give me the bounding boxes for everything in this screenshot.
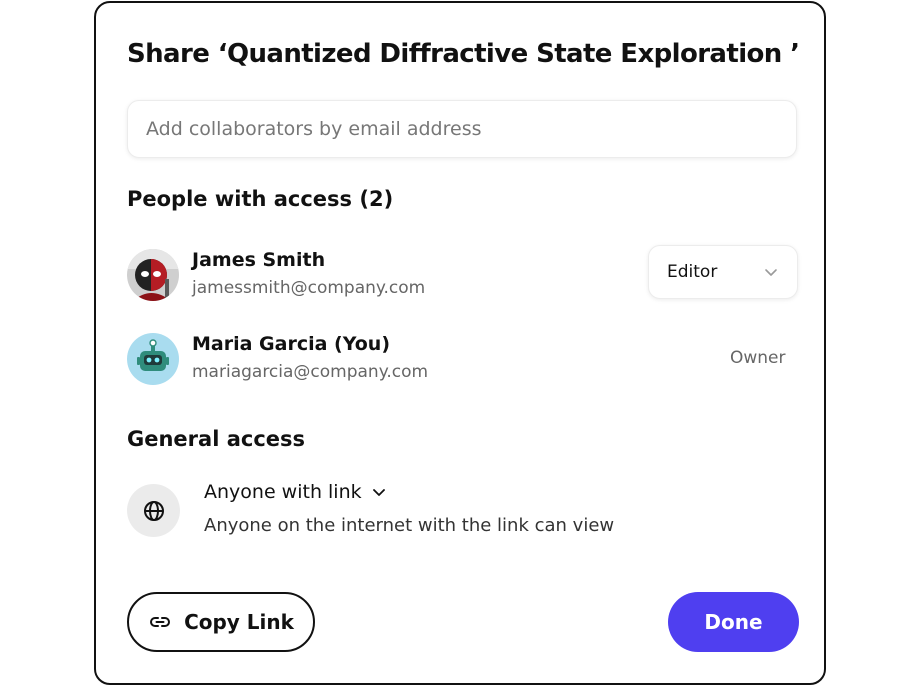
chevron-down-icon bbox=[372, 489, 385, 496]
deadpool-avatar bbox=[127, 249, 179, 301]
person-email: mariagarcia@company.com bbox=[192, 362, 429, 382]
globe-icon bbox=[127, 484, 180, 537]
copy-link-button[interactable]: Copy Link bbox=[127, 592, 315, 652]
role-owner-label: Owner bbox=[730, 348, 786, 368]
people-with-access-heading: People with access (2) bbox=[127, 187, 394, 211]
chevron-down-icon bbox=[765, 269, 777, 276]
dialog-title: Share ‘Quantized Diffractive State Explo… bbox=[127, 39, 800, 69]
share-dialog: Share ‘Quantized Diffractive State Explo… bbox=[94, 1, 826, 685]
general-access-heading: General access bbox=[127, 427, 306, 451]
role-select-label: Editor bbox=[667, 262, 718, 282]
done-button[interactable]: Done bbox=[668, 592, 799, 652]
general-access-option: Anyone with link bbox=[204, 481, 362, 503]
robot-avatar bbox=[127, 333, 179, 385]
add-collaborators-input[interactable] bbox=[127, 100, 797, 158]
person-row-james-smith: James Smith jamessmith@company.com Edito… bbox=[127, 245, 799, 305]
role-select-dropdown[interactable]: Editor bbox=[648, 245, 798, 299]
person-email: jamessmith@company.com bbox=[192, 278, 426, 298]
copy-link-label: Copy Link bbox=[184, 610, 294, 634]
link-icon bbox=[150, 617, 171, 627]
general-access-dropdown[interactable]: Anyone with link bbox=[204, 481, 386, 503]
person-name: James Smith bbox=[192, 249, 326, 271]
person-row-maria-garcia: Maria Garcia (You) mariagarcia@company.c… bbox=[127, 333, 799, 389]
person-name: Maria Garcia (You) bbox=[192, 333, 391, 355]
general-access-description: Anyone on the internet with the link can… bbox=[204, 515, 615, 536]
